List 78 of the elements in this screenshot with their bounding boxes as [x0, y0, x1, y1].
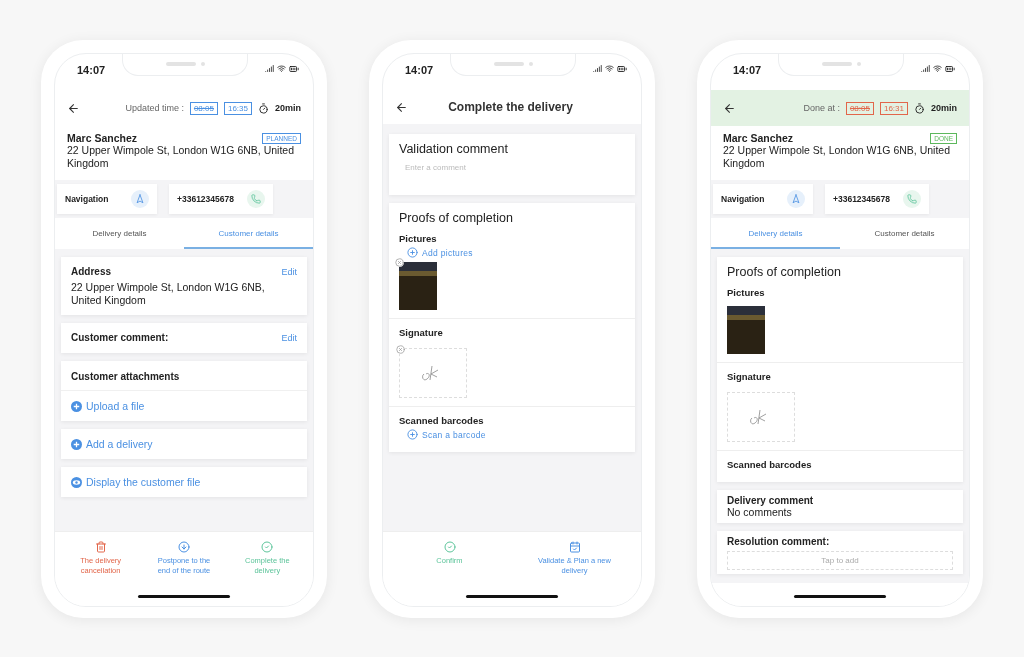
signal-icon: [593, 64, 602, 73]
time-tag: 08:05: [189, 101, 218, 115]
wifi-icon: [277, 64, 286, 73]
back-icon[interactable]: [395, 100, 408, 114]
plus-icon: [71, 438, 82, 450]
tab[interactable]: Customer details: [184, 218, 313, 249]
time-tag: 08:05: [845, 101, 874, 115]
back-icon[interactable]: [723, 101, 736, 115]
edit-link[interactable]: Edit: [281, 266, 297, 277]
photo-placeholder: [727, 306, 765, 354]
tap-field[interactable]: Tap to add: [727, 551, 953, 570]
customer-name: Marc Sanchez: [723, 132, 795, 144]
section-title: Pictures: [399, 233, 438, 244]
add-link[interactable]: Scan a barcode: [399, 426, 625, 440]
card-title: Customer attachments: [71, 371, 180, 382]
card-value: 22 Upper Wimpole St, London W1G 6NB, United Kingdom: [70, 281, 266, 308]
signal-icon: [265, 64, 274, 73]
eye-icon: [71, 476, 82, 488]
timer-icon: [914, 102, 925, 114]
tab[interactable]: Delivery details: [711, 218, 840, 249]
customer-address: 22 Upper Wimpole St, London W1G 6NB, United Kingdom: [67, 144, 296, 170]
navigation-button[interactable]: Navigation: [713, 184, 813, 214]
action-link[interactable]: Display the customer file: [61, 467, 307, 497]
plus-icon: [407, 247, 418, 258]
phone-icon: [247, 190, 265, 208]
time-tag: 16:35: [223, 101, 252, 115]
back-icon[interactable]: [67, 101, 80, 115]
battery-icon: [945, 64, 955, 74]
card-title: Proofs of completion: [727, 265, 841, 279]
screen-title: Complete the delivery: [447, 100, 574, 114]
plus-icon: [407, 429, 418, 440]
status-time: 14:07: [405, 64, 434, 76]
section-title: Scanned barcodes: [399, 415, 485, 426]
duration: 20min: [931, 103, 957, 113]
timer-icon: [258, 102, 269, 114]
customer-name: Marc Sanchez: [67, 132, 139, 144]
action-icon: [443, 541, 456, 553]
status-time: 14:07: [77, 64, 106, 76]
navigation-icon: [131, 190, 149, 208]
plus-icon: [71, 400, 82, 412]
navigation-button[interactable]: Navigation: [57, 184, 157, 214]
card-title: Address: [71, 266, 111, 277]
card-title: Customer comment:: [71, 332, 169, 343]
phone-icon: [903, 190, 921, 208]
card-value: No comments: [726, 506, 793, 520]
time-label: Done at :: [803, 103, 840, 113]
call-button[interactable]: +33612345678: [169, 184, 273, 214]
section-title: Scanned barcodes: [727, 459, 813, 470]
card-title: Validation comment: [399, 142, 508, 156]
card-title: Proofs of completion: [399, 211, 513, 225]
remove-icon[interactable]: [395, 258, 404, 267]
wifi-icon: [605, 64, 614, 73]
time-label: Updated time :: [125, 103, 184, 113]
action-link[interactable]: Add a delivery: [61, 429, 307, 459]
action-icon: [568, 541, 581, 553]
wifi-icon: [933, 64, 942, 73]
action-icon: [261, 541, 274, 553]
signal-icon: [921, 64, 930, 73]
card-title: Delivery comment: [727, 495, 814, 506]
status-time: 14:07: [733, 64, 762, 76]
time-tag: 16:31: [879, 101, 908, 115]
battery-icon: [289, 64, 299, 74]
edit-link[interactable]: Edit: [281, 332, 297, 343]
battery-icon: [617, 64, 627, 74]
tab[interactable]: Delivery details: [55, 218, 184, 249]
action-icon: [178, 541, 190, 553]
duration: 20min: [275, 103, 301, 113]
action-icon: [94, 541, 107, 553]
section-title: Signature: [399, 327, 444, 338]
tab[interactable]: Customer details: [840, 218, 969, 249]
add-link[interactable]: Add pictures: [399, 244, 625, 258]
action-link[interactable]: Upload a file: [61, 390, 307, 421]
customer-address: 22 Upper Wimpole St, London W1G 6NB, United Kingdom: [723, 144, 952, 170]
navigation-icon: [787, 190, 805, 208]
call-button[interactable]: +33612345678: [825, 184, 929, 214]
section-title: Pictures: [727, 287, 766, 298]
section-title: Signature: [727, 371, 772, 382]
card-title: Resolution comment:: [727, 536, 830, 547]
